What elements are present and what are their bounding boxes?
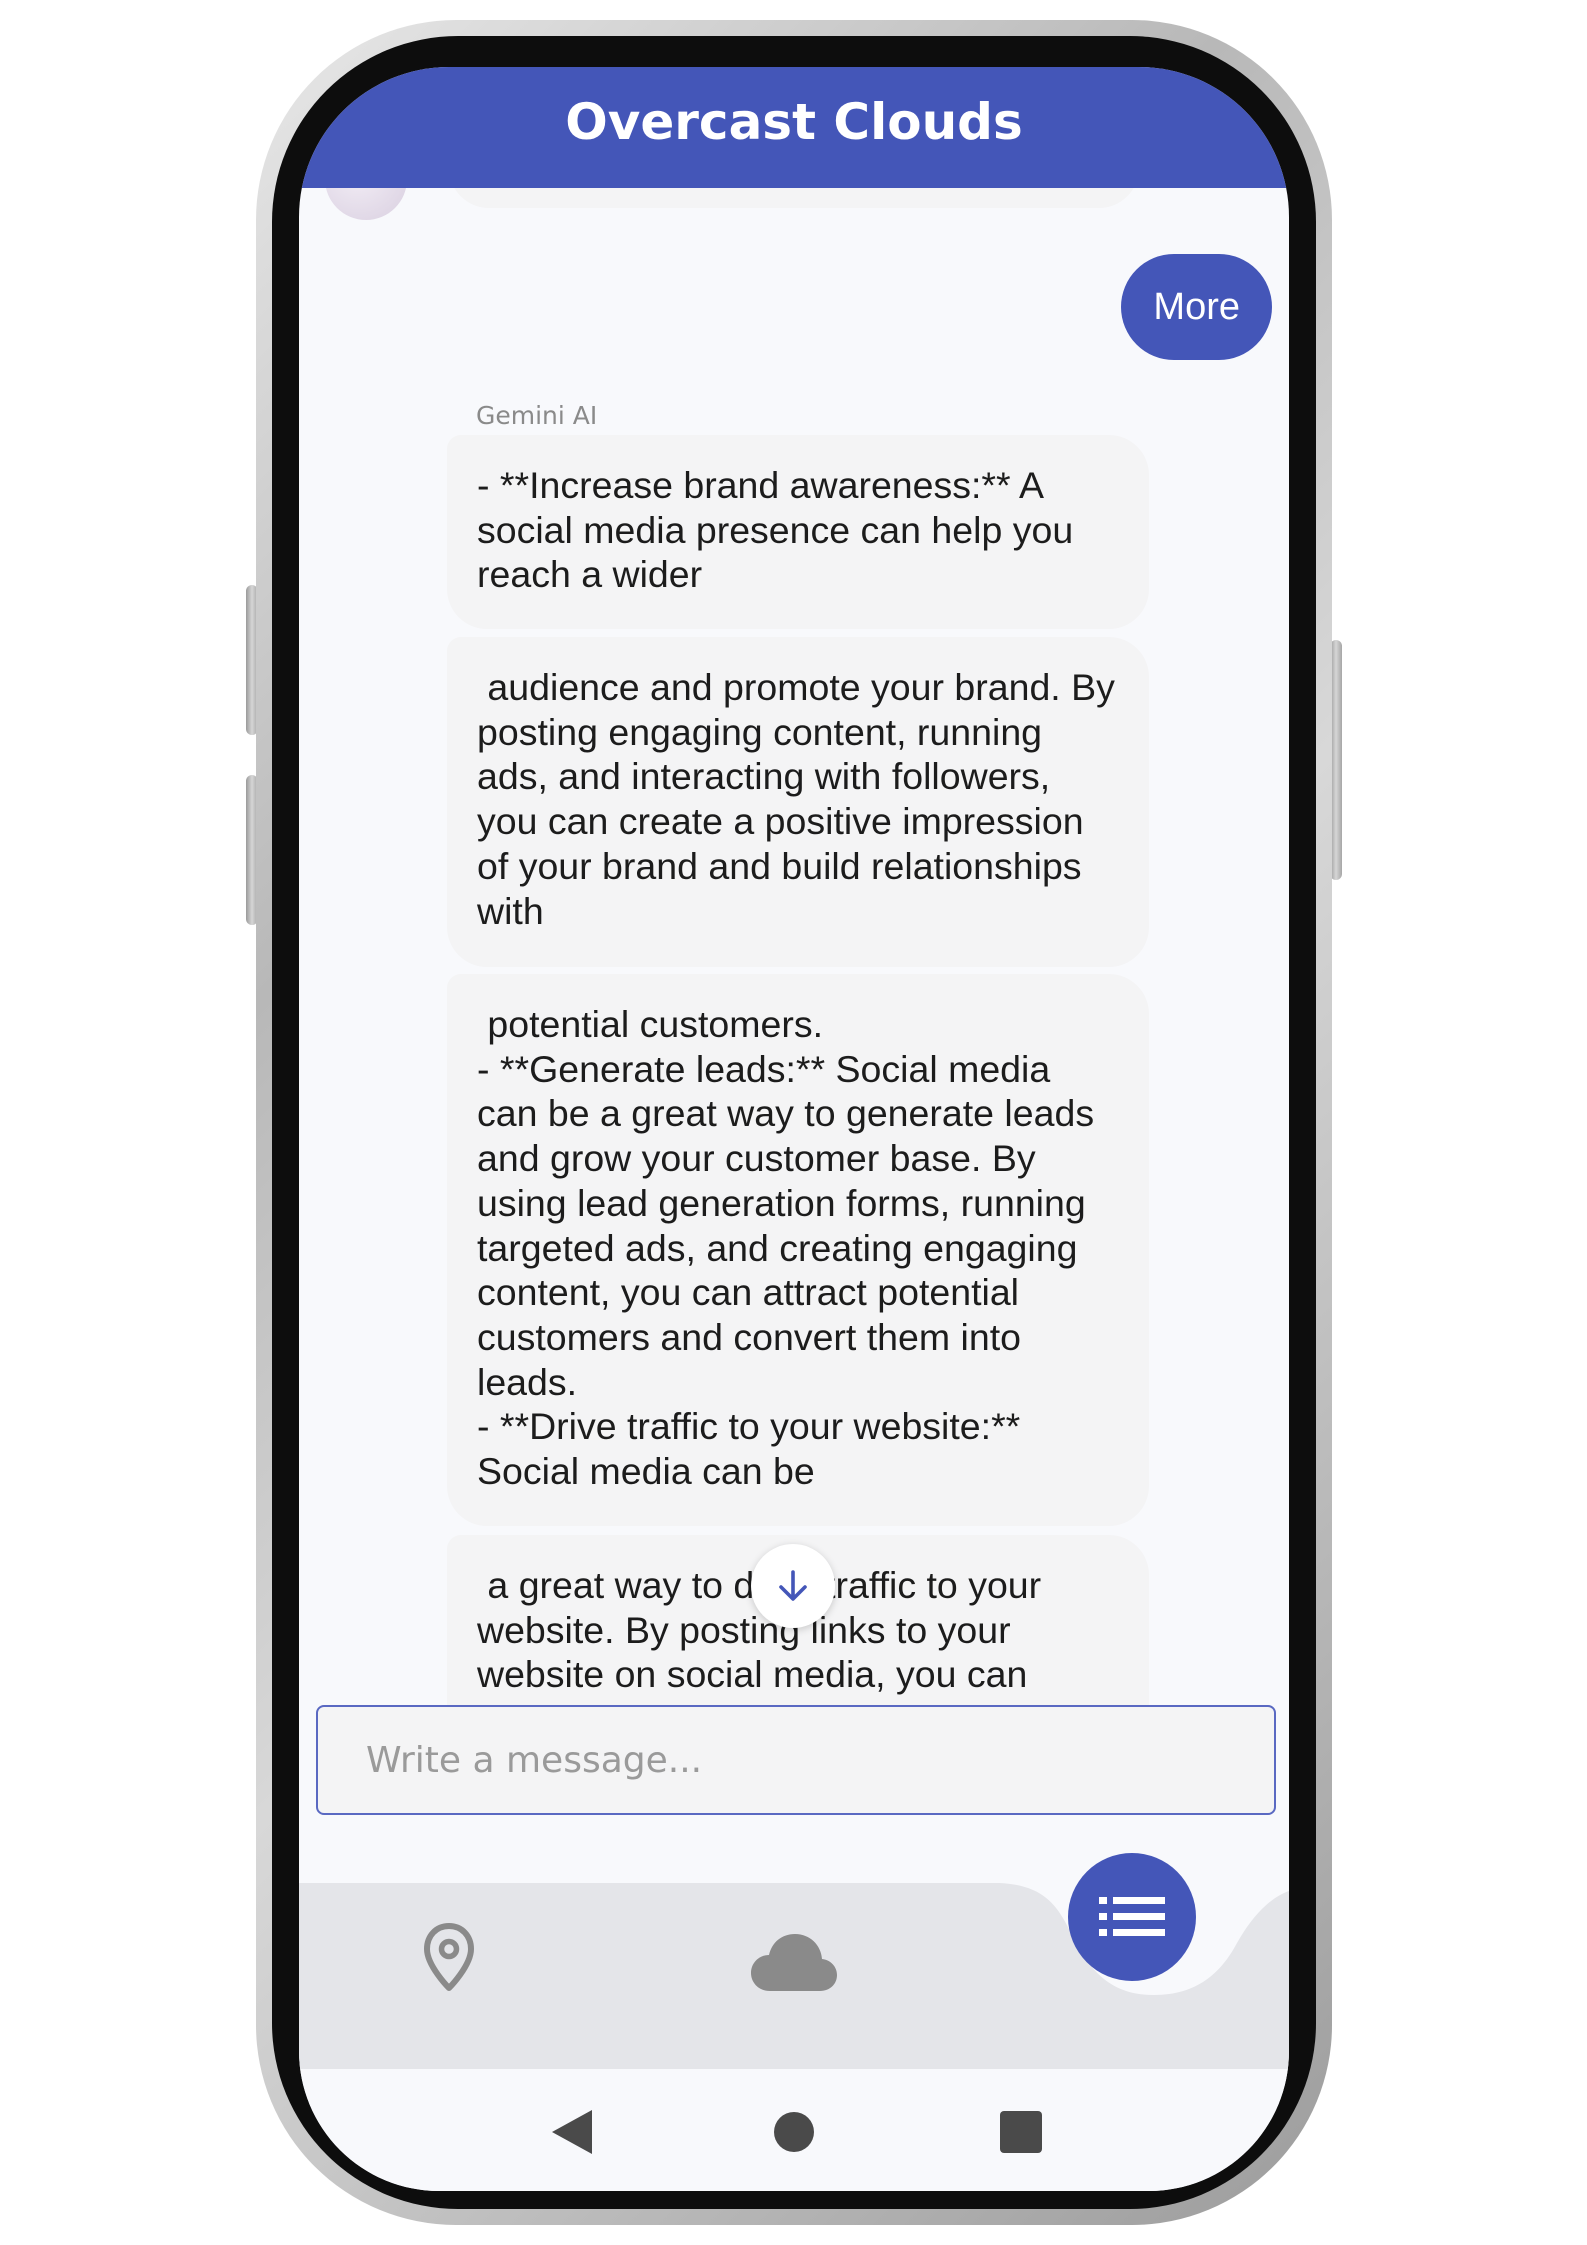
arrow-down-icon bbox=[779, 1570, 807, 1601]
nav-item-weather[interactable] bbox=[744, 1923, 844, 2003]
scroll-to-bottom-button[interactable] bbox=[751, 1544, 835, 1628]
back-triangle-icon bbox=[552, 2110, 592, 2154]
ai-message-bubble: - **Increase brand awareness:** A social… bbox=[447, 435, 1149, 629]
user-message-text: More bbox=[1153, 285, 1240, 328]
system-back-button[interactable] bbox=[537, 2097, 607, 2167]
system-navigation-bar bbox=[299, 2069, 1289, 2191]
message-input[interactable] bbox=[318, 1707, 1274, 1813]
message-input-container bbox=[316, 1705, 1276, 1815]
phone-screen: Overcast Clouds More Gemini AI - **Incre… bbox=[299, 67, 1289, 2191]
recents-square-icon bbox=[1000, 2111, 1042, 2153]
previous-message-bubble bbox=[449, 188, 1139, 208]
system-home-button[interactable] bbox=[759, 2097, 829, 2167]
page-title: Overcast Clouds bbox=[565, 92, 1023, 151]
app-bar: Overcast Clouds bbox=[299, 67, 1289, 188]
list-icon bbox=[1099, 1897, 1165, 1936]
ai-message-bubble: audience and promote your brand. By post… bbox=[447, 637, 1149, 967]
user-message-bubble: More bbox=[1121, 254, 1272, 360]
nav-item-location[interactable] bbox=[409, 1913, 489, 2003]
home-circle-icon bbox=[774, 2112, 814, 2152]
system-recents-button[interactable] bbox=[986, 2097, 1056, 2167]
ai-message-bubble: potential customers. - **Generate leads:… bbox=[447, 974, 1149, 1526]
location-pin-icon bbox=[424, 1923, 474, 1991]
cloud-icon bbox=[751, 1934, 837, 1991]
sender-label: Gemini AI bbox=[476, 401, 598, 430]
menu-fab-button[interactable] bbox=[1068, 1853, 1196, 1981]
chat-list[interactable]: More Gemini AI - **Increase brand awaren… bbox=[299, 188, 1289, 1727]
avatar bbox=[325, 188, 407, 220]
